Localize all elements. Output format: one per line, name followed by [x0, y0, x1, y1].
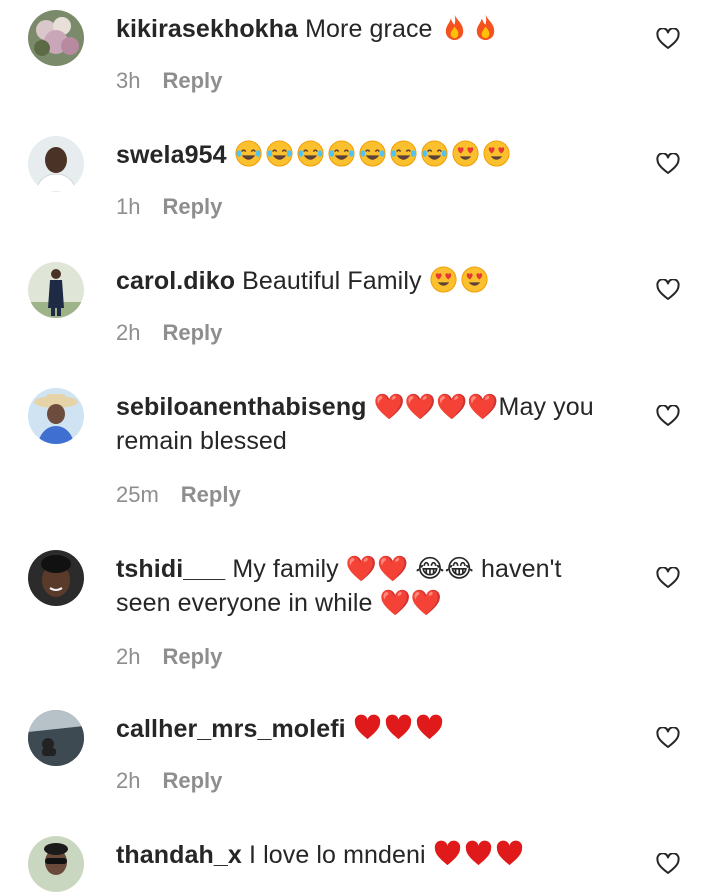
heart-outline-icon — [656, 853, 680, 874]
red-heart-emoji-icon — [496, 840, 522, 866]
joy-emoji-icon — [235, 140, 262, 167]
comment-text: sebiloanenthabiseng ❤️❤️❤️❤️May you rema… — [116, 390, 616, 458]
like-button[interactable] — [656, 853, 680, 875]
comment-username[interactable]: swela954 — [116, 141, 227, 169]
avatar-image — [28, 836, 84, 892]
comment-body: More grace — [305, 15, 433, 43]
comment-meta: 2h Reply — [116, 768, 222, 794]
heart-outline-icon — [656, 28, 680, 49]
comment-timestamp: 2h — [116, 644, 141, 669]
comment-meta: 2h Reply — [116, 644, 222, 670]
comment-emojis — [433, 840, 526, 869]
comment-text: thandah_x I love lo mndeni — [116, 838, 616, 872]
comment-text: swela954 — [116, 138, 616, 172]
comment-text: tshidi___ My family ❤️❤️ 😂😂 haven't seen… — [116, 552, 616, 620]
red-heart-emoji-icon — [354, 714, 380, 740]
red-heart-emoji-icon — [416, 714, 442, 740]
comment-text: carol.diko Beautiful Family — [116, 264, 616, 298]
avatar-image — [28, 262, 84, 318]
joy-emoji-icon — [266, 140, 293, 167]
comment-emojis — [353, 714, 446, 743]
avatar[interactable] — [28, 550, 84, 606]
comment-timestamp: 2h — [116, 768, 141, 793]
comment-timestamp: 3h — [116, 68, 141, 93]
comment-username[interactable]: carol.diko — [116, 267, 235, 295]
avatar[interactable] — [28, 710, 84, 766]
avatar[interactable] — [28, 136, 84, 192]
like-button[interactable] — [656, 28, 680, 50]
like-button[interactable] — [656, 727, 680, 749]
heart-eyes-emoji-icon — [483, 140, 510, 167]
comment-meta: 3h Reply — [116, 68, 222, 94]
comment-username[interactable]: tshidi___ — [116, 555, 225, 583]
reply-button[interactable]: Reply — [162, 768, 222, 793]
comment-emojis — [440, 14, 502, 43]
heart-outline-icon — [656, 405, 680, 426]
avatar[interactable] — [28, 10, 84, 66]
heart-outline-icon — [656, 153, 680, 174]
comment-body: Beautiful Family — [242, 267, 422, 295]
avatar-image — [28, 710, 84, 766]
reply-button[interactable]: Reply — [162, 194, 222, 219]
joy-emoji-icon — [328, 140, 355, 167]
comment-text: callher_mrs_molefi — [116, 712, 616, 746]
like-button[interactable] — [656, 567, 680, 589]
heart-outline-icon — [656, 727, 680, 748]
comment-meta: 25m Reply — [116, 482, 241, 508]
joy-emoji-icon — [297, 140, 324, 167]
avatar-image — [28, 10, 84, 66]
heart-outline-icon — [656, 279, 680, 300]
comment-timestamp: 2h — [116, 320, 141, 345]
comment-username[interactable]: sebiloanenthabiseng — [116, 393, 367, 421]
avatar-image — [28, 136, 84, 192]
comment-username[interactable]: callher_mrs_molefi — [116, 715, 346, 743]
like-button[interactable] — [656, 153, 680, 175]
red-heart-emoji-icon — [465, 840, 491, 866]
heart-outline-icon — [656, 567, 680, 588]
heart-eyes-emoji-icon — [452, 140, 479, 167]
joy-emoji-icon — [421, 140, 448, 167]
comment-body: I love lo mndeni — [248, 841, 426, 869]
comment-meta: 2h Reply — [116, 320, 222, 346]
avatar[interactable] — [28, 836, 84, 892]
avatar-image — [28, 388, 84, 444]
reply-button[interactable]: Reply — [162, 320, 222, 345]
comment-timestamp: 25m — [116, 482, 159, 507]
fire-emoji-icon — [476, 14, 494, 41]
avatar-image — [28, 550, 84, 606]
comment-username[interactable]: kikirasekhokha — [116, 15, 298, 43]
heart-eyes-emoji-icon — [430, 266, 457, 293]
comment-emojis — [429, 266, 491, 295]
comment-meta: 1h Reply — [116, 194, 222, 220]
joy-emoji-icon — [390, 140, 417, 167]
comment-timestamp: 1h — [116, 194, 141, 219]
like-button[interactable] — [656, 279, 680, 301]
red-heart-emoji-icon — [385, 714, 411, 740]
reply-button[interactable]: Reply — [162, 644, 222, 669]
comment-emojis — [234, 140, 513, 169]
reply-button[interactable]: Reply — [162, 68, 222, 93]
red-heart-emoji-icon — [434, 840, 460, 866]
avatar[interactable] — [28, 262, 84, 318]
joy-emoji-icon — [359, 140, 386, 167]
reply-button[interactable]: Reply — [181, 482, 241, 507]
comment-text: kikirasekhokha More grace — [116, 12, 616, 46]
heart-eyes-emoji-icon — [461, 266, 488, 293]
like-button[interactable] — [656, 405, 680, 427]
comment-username[interactable]: thandah_x — [116, 841, 242, 869]
fire-emoji-icon — [445, 14, 463, 41]
avatar[interactable] — [28, 388, 84, 444]
